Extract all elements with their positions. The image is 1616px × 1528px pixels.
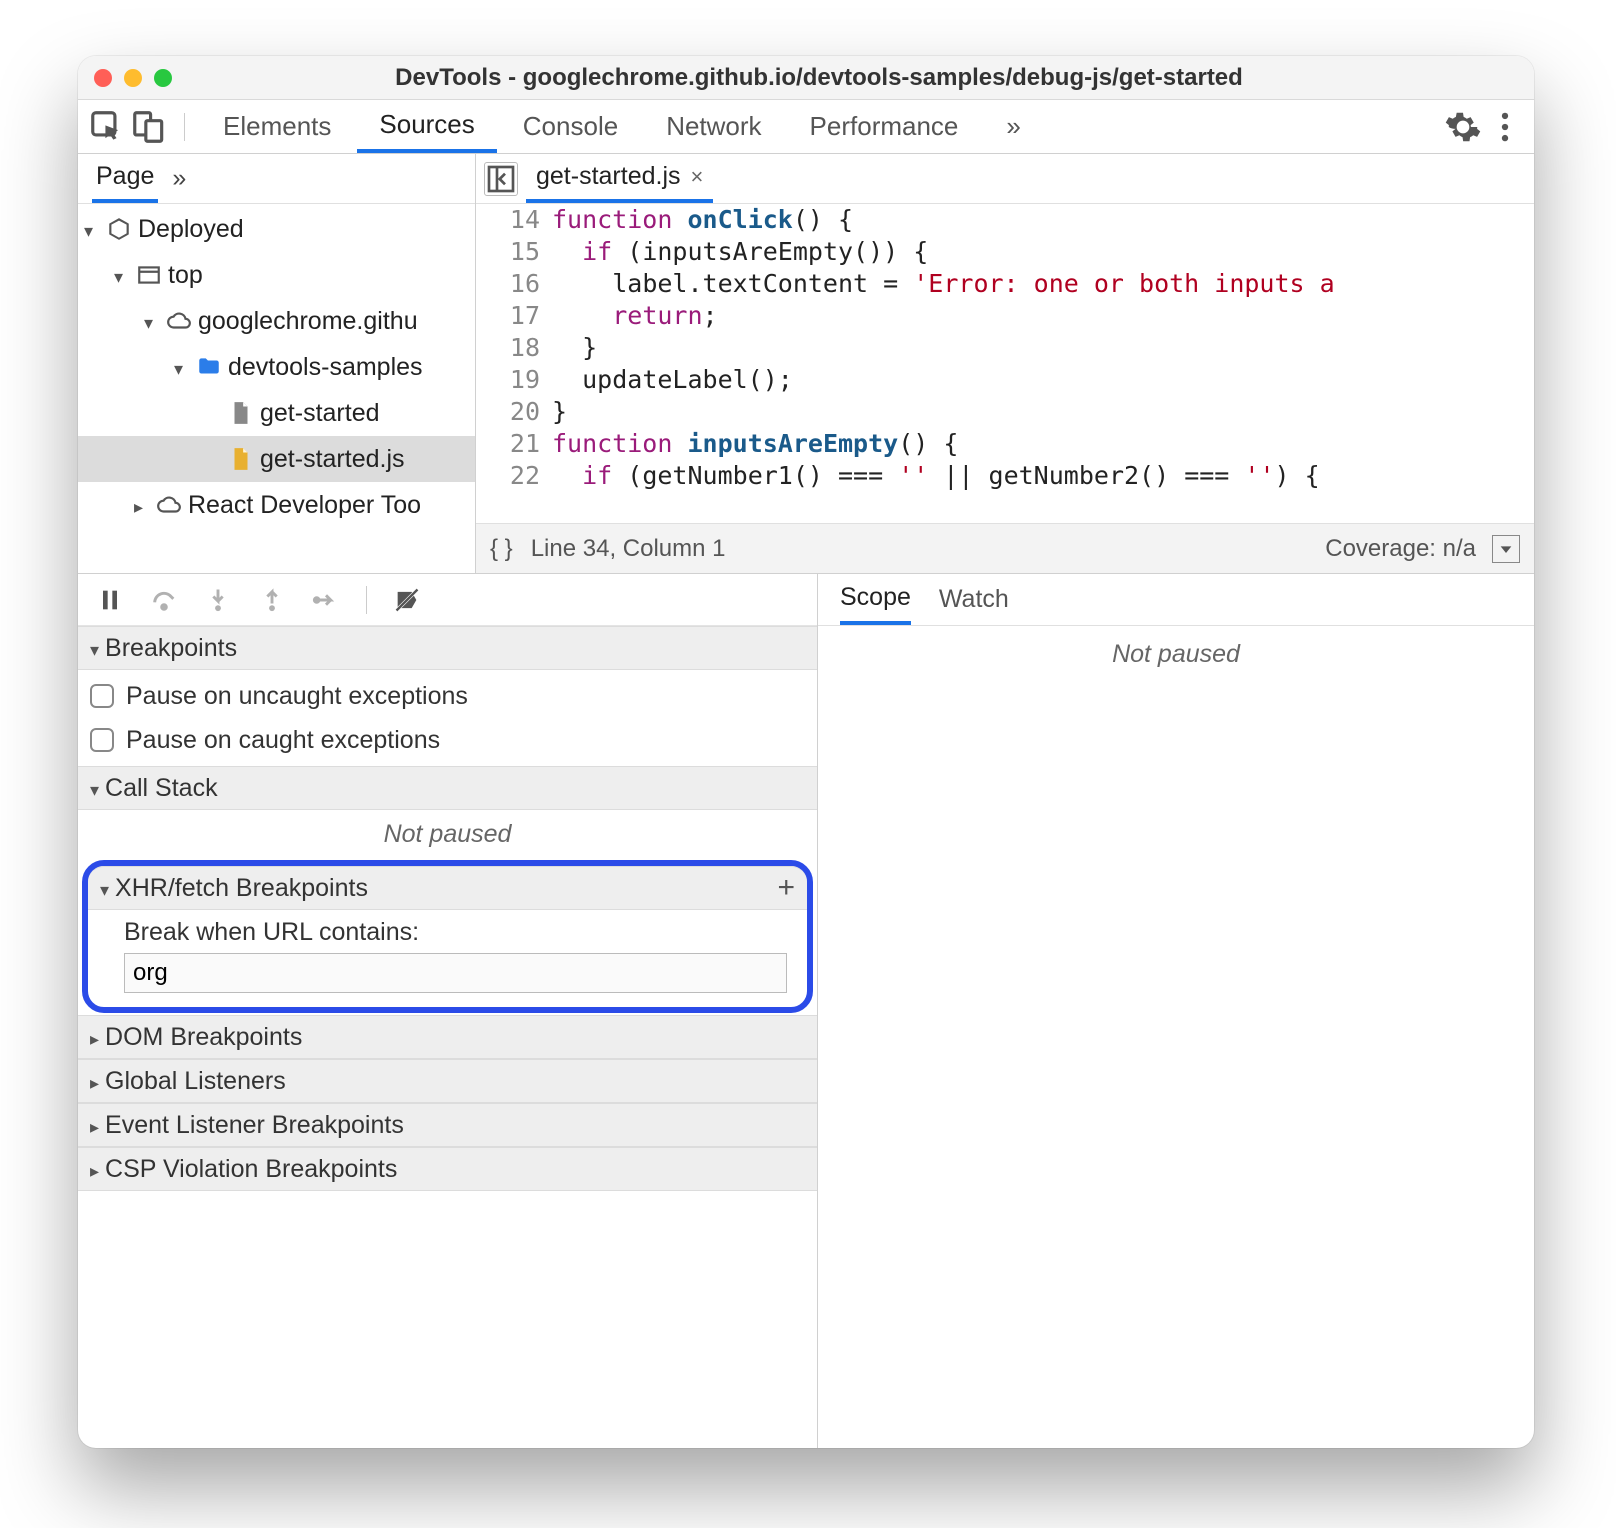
file-tree: Deployed top googlechrome.githu devtools… bbox=[78, 204, 475, 573]
cloud-icon bbox=[166, 308, 192, 334]
breakpoints-body: Pause on uncaught exceptions Pause on ca… bbox=[78, 670, 817, 766]
devtools-window: DevTools - googlechrome.github.io/devtoo… bbox=[78, 56, 1534, 1448]
script-icon bbox=[228, 446, 254, 472]
section-xhr-breakpoints[interactable]: XHR/fetch Breakpoints + bbox=[88, 866, 807, 910]
document-icon bbox=[228, 400, 254, 426]
checkbox-label: Pause on uncaught exceptions bbox=[126, 682, 468, 711]
editor-tabs: get-started.js × bbox=[476, 154, 1534, 204]
titlebar: DevTools - googlechrome.github.io/devtoo… bbox=[78, 56, 1534, 100]
pause-uncaught-row[interactable]: Pause on uncaught exceptions bbox=[78, 674, 817, 718]
step-out-icon[interactable] bbox=[258, 586, 286, 614]
close-window-button[interactable] bbox=[94, 69, 112, 87]
step-icon[interactable] bbox=[312, 586, 340, 614]
code-editor: get-started.js × 141516171819202122 func… bbox=[476, 154, 1534, 573]
tree-deployed[interactable]: Deployed bbox=[78, 206, 475, 252]
tab-scope[interactable]: Scope bbox=[840, 574, 911, 625]
section-title: Global Listeners bbox=[105, 1067, 286, 1096]
xhr-body: Break when URL contains: bbox=[88, 910, 807, 1007]
pretty-print-icon[interactable]: { } bbox=[490, 535, 513, 563]
page-nav-header: Page » bbox=[78, 154, 475, 204]
scope-not-paused: Not paused bbox=[818, 626, 1534, 1448]
debugger-sidebar: Breakpoints Pause on uncaught exceptions… bbox=[78, 574, 818, 1448]
sources-top: Page » Deployed top bbox=[78, 154, 1534, 574]
section-title: XHR/fetch Breakpoints bbox=[115, 874, 368, 903]
scope-tabs: Scope Watch bbox=[818, 574, 1534, 626]
tree-file-html[interactable]: get-started bbox=[78, 390, 475, 436]
section-csp-breakpoints[interactable]: CSP Violation Breakpoints bbox=[78, 1147, 817, 1191]
tree-file-js[interactable]: get-started.js bbox=[78, 436, 475, 482]
debugger-area: Breakpoints Pause on uncaught exceptions… bbox=[78, 574, 1534, 1448]
page-tab[interactable]: Page bbox=[92, 154, 158, 203]
checkbox-icon[interactable] bbox=[90, 684, 114, 708]
step-into-icon[interactable] bbox=[204, 586, 232, 614]
tab-watch[interactable]: Watch bbox=[939, 574, 1009, 625]
code-lines: function onClick() { if (inputsAreEmpty(… bbox=[552, 204, 1534, 523]
tree-label: devtools-samples bbox=[228, 353, 423, 382]
step-over-icon[interactable] bbox=[150, 586, 178, 614]
panel-tabs: Elements Sources Console Network Perform… bbox=[78, 100, 1534, 154]
settings-gear-icon[interactable] bbox=[1444, 108, 1482, 146]
deactivate-breakpoints-icon[interactable] bbox=[393, 586, 421, 614]
cursor-position: Line 34, Column 1 bbox=[531, 535, 726, 563]
section-title: Call Stack bbox=[105, 774, 218, 803]
device-toggle-icon[interactable] bbox=[130, 108, 168, 146]
tree-label: top bbox=[168, 261, 203, 290]
tree-label: get-started.js bbox=[260, 445, 405, 474]
code-area[interactable]: 141516171819202122 function onClick() { … bbox=[476, 204, 1534, 523]
coverage-toggle-icon[interactable] bbox=[1492, 535, 1520, 563]
section-breakpoints[interactable]: Breakpoints bbox=[78, 626, 817, 670]
xhr-prompt-label: Break when URL contains: bbox=[124, 918, 787, 947]
frame-icon bbox=[136, 262, 162, 288]
tree-label: Deployed bbox=[138, 215, 244, 244]
tree-label: get-started bbox=[260, 399, 380, 428]
folder-icon bbox=[196, 354, 222, 380]
inspect-element-icon[interactable] bbox=[88, 108, 126, 146]
page-nav-overflow[interactable]: » bbox=[172, 164, 186, 193]
pause-icon[interactable] bbox=[96, 586, 124, 614]
tab-elements[interactable]: Elements bbox=[201, 100, 353, 153]
section-title: Breakpoints bbox=[105, 634, 237, 663]
checkbox-label: Pause on caught exceptions bbox=[126, 726, 440, 755]
page-navigator: Page » Deployed top bbox=[78, 154, 476, 573]
tab-performance[interactable]: Performance bbox=[788, 100, 981, 153]
more-menu-icon[interactable] bbox=[1486, 108, 1524, 146]
tabs-overflow[interactable]: » bbox=[984, 100, 1042, 153]
section-title: DOM Breakpoints bbox=[105, 1023, 302, 1052]
tree-origin[interactable]: googlechrome.githu bbox=[78, 298, 475, 344]
tree-label: React Developer Too bbox=[188, 491, 421, 520]
xhr-url-input[interactable] bbox=[124, 953, 787, 993]
editor-file-tab[interactable]: get-started.js × bbox=[526, 154, 713, 203]
tab-network[interactable]: Network bbox=[644, 100, 783, 153]
divider bbox=[366, 586, 367, 614]
close-tab-icon[interactable]: × bbox=[691, 164, 704, 190]
section-title: CSP Violation Breakpoints bbox=[105, 1155, 397, 1184]
section-title: Event Listener Breakpoints bbox=[105, 1111, 404, 1140]
tree-top[interactable]: top bbox=[78, 252, 475, 298]
section-callstack[interactable]: Call Stack bbox=[78, 766, 817, 810]
section-event-listener-breakpoints[interactable]: Event Listener Breakpoints bbox=[78, 1103, 817, 1147]
cube-icon bbox=[106, 216, 132, 242]
tab-console[interactable]: Console bbox=[501, 100, 640, 153]
cloud-icon bbox=[156, 492, 182, 518]
divider bbox=[184, 113, 185, 141]
nav-back-icon[interactable] bbox=[484, 162, 518, 196]
add-xhr-breakpoint-icon[interactable]: + bbox=[777, 871, 795, 905]
editor-status-bar: { } Line 34, Column 1 Coverage: n/a bbox=[476, 523, 1534, 573]
section-global-listeners[interactable]: Global Listeners bbox=[78, 1059, 817, 1103]
line-gutter: 141516171819202122 bbox=[476, 204, 552, 523]
coverage-status: Coverage: n/a bbox=[1325, 535, 1476, 563]
editor-file-name: get-started.js bbox=[536, 162, 681, 191]
section-dom-breakpoints[interactable]: DOM Breakpoints bbox=[78, 1015, 817, 1059]
window-title: DevTools - googlechrome.github.io/devtoo… bbox=[120, 64, 1518, 92]
scope-pane: Scope Watch Not paused bbox=[818, 574, 1534, 1448]
xhr-breakpoints-highlight: XHR/fetch Breakpoints + Break when URL c… bbox=[82, 860, 813, 1013]
tab-sources[interactable]: Sources bbox=[357, 100, 496, 153]
checkbox-icon[interactable] bbox=[90, 728, 114, 752]
debugger-toolbar bbox=[78, 574, 817, 626]
tree-extension[interactable]: React Developer Too bbox=[78, 482, 475, 528]
tree-folder[interactable]: devtools-samples bbox=[78, 344, 475, 390]
callstack-not-paused: Not paused bbox=[78, 810, 817, 858]
tree-label: googlechrome.githu bbox=[198, 307, 418, 336]
pause-caught-row[interactable]: Pause on caught exceptions bbox=[78, 718, 817, 762]
